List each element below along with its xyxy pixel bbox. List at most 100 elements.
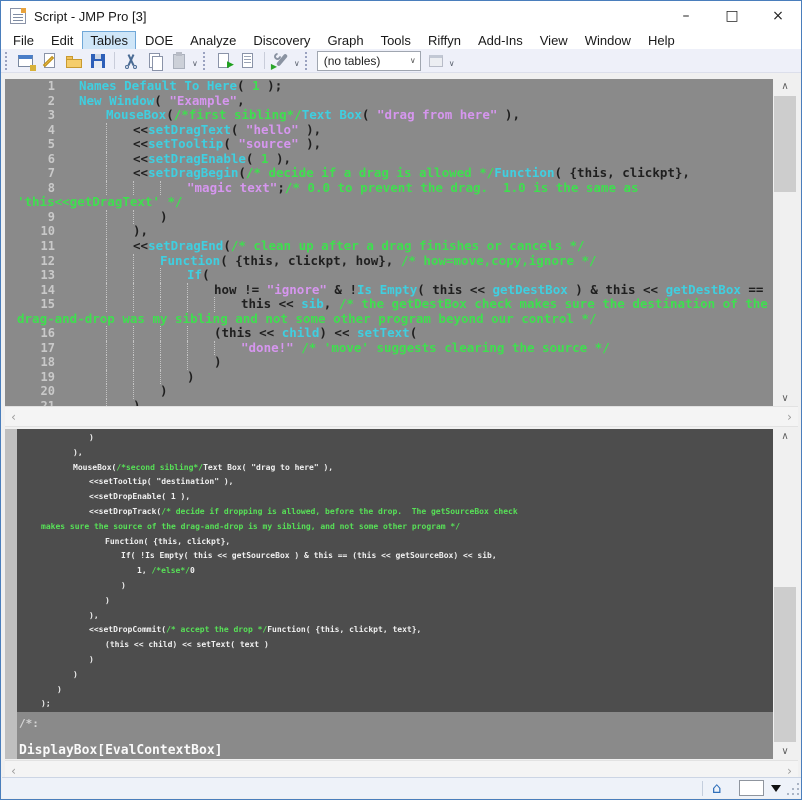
menu-item-help[interactable]: Help — [640, 31, 683, 50]
script-editor-pane[interactable]: 1Names Default To Here( 1 );2New Window(… — [5, 79, 773, 406]
indent-guide — [133, 370, 134, 385]
indent-guide — [106, 123, 107, 138]
editor-vertical-scrollbar[interactable]: ∧ ∨ — [773, 79, 797, 406]
menu-item-window[interactable]: Window — [577, 31, 639, 50]
menu-item-add-ins[interactable]: Add-Ins — [470, 31, 531, 50]
paste-icon[interactable] — [169, 51, 189, 71]
toolbar-separator — [264, 52, 265, 69]
indent-guide — [133, 181, 134, 196]
menu-item-discovery[interactable]: Discovery — [245, 31, 318, 50]
toolbar-overflow-chevron[interactable]: ∨ — [294, 59, 300, 68]
new-window-icon[interactable] — [40, 51, 60, 71]
chevron-down-icon: ∨ — [410, 56, 416, 65]
menu-item-edit[interactable]: Edit — [43, 31, 81, 50]
indent-guide — [160, 297, 161, 312]
indent-guide — [160, 341, 161, 356]
log-line: If( !Is Empty( this << getSourceBox ) & … — [17, 549, 773, 564]
menu-item-tools[interactable]: Tools — [373, 31, 419, 50]
menu-item-file[interactable]: File — [5, 31, 42, 50]
save-icon[interactable] — [88, 51, 108, 71]
indent-guide — [133, 297, 134, 312]
window-list-box[interactable] — [739, 780, 764, 796]
run-script-icon[interactable]: ▶ — [214, 51, 234, 71]
window-list-dropdown-icon[interactable] — [771, 785, 781, 792]
indent-guide — [106, 254, 107, 269]
code-line: 1Names Default To Here( 1 ); — [5, 79, 773, 94]
line-number: 7 — [5, 166, 55, 181]
code-line: 9) — [5, 210, 773, 225]
code-line: drag-and-drop was my sibling and not som… — [5, 312, 773, 327]
menu-item-view[interactable]: View — [532, 31, 576, 50]
toolbar-grip[interactable] — [5, 52, 10, 70]
content-area: 1Names Default To Here( 1 );2New Window(… — [2, 73, 802, 779]
indent-guide — [133, 326, 134, 341]
menu-item-analyze[interactable]: Analyze — [182, 31, 244, 50]
log-line: ) — [17, 668, 773, 683]
indent-guide — [106, 152, 107, 167]
indent-guide — [133, 254, 134, 269]
menu-item-tables[interactable]: Tables — [82, 31, 136, 50]
window-title: Script - JMP Pro [3] — [34, 9, 146, 24]
scroll-up-icon[interactable]: ∧ — [773, 429, 797, 444]
editor-horizontal-scrollbar[interactable]: ‹ › — [5, 406, 798, 427]
scroll-down-icon[interactable]: ∨ — [773, 744, 797, 759]
log-line: ) — [17, 594, 773, 609]
log-line: <<setDropCommit(/* accept the drop */Fun… — [17, 623, 773, 638]
indent-guide — [133, 341, 134, 356]
code-line: 14how != "ignore" & !Is Empty( this << g… — [5, 283, 773, 298]
log-line: 1, /*else*/0 — [17, 564, 773, 579]
log-icon[interactable] — [238, 51, 258, 71]
log-line: ) — [17, 579, 773, 594]
code-line: 21), — [5, 399, 773, 406]
cut-icon[interactable] — [121, 51, 141, 71]
line-number: 9 — [5, 210, 55, 225]
line-number: 20 — [5, 384, 55, 399]
indent-guide — [187, 355, 188, 370]
toolbar-overflow-chevron[interactable]: ∨ — [449, 59, 455, 68]
resize-grip[interactable] — [797, 793, 799, 795]
log-pane[interactable]: )),MouseBox(/*second sibling*/Text Box( … — [5, 429, 773, 759]
titlebar[interactable]: Script - JMP Pro [3] – □ × — [1, 1, 801, 31]
indent-guide — [106, 224, 107, 239]
copy-icon[interactable] — [145, 51, 165, 71]
open-icon[interactable] — [64, 51, 84, 71]
toolbar: ∨ ▶ ▶ ∨ (no tables) ∨ ∨ — [1, 49, 801, 73]
log-scrollbar-thumb[interactable] — [774, 587, 796, 742]
indent-guide — [106, 355, 107, 370]
code-line: 13If( — [5, 268, 773, 283]
code-line: 18) — [5, 355, 773, 370]
home-icon[interactable]: ⌂ — [712, 778, 722, 798]
scroll-down-icon[interactable]: ∨ — [773, 391, 797, 406]
maximize-button[interactable]: □ — [709, 1, 755, 31]
new-table-icon[interactable] — [16, 51, 36, 71]
minimize-button[interactable]: – — [663, 1, 709, 31]
tools-icon[interactable]: ▶ — [271, 51, 291, 71]
log-line: ) — [17, 683, 773, 698]
toolbar-overflow-chevron[interactable]: ∨ — [192, 59, 198, 68]
editor-scrollbar-thumb[interactable] — [774, 96, 796, 192]
scroll-up-icon[interactable]: ∧ — [773, 79, 797, 94]
log-line: ), — [17, 609, 773, 624]
scroll-left-icon[interactable]: ‹ — [5, 407, 22, 428]
menu-item-graph[interactable]: Graph — [319, 31, 371, 50]
code-line: 3MouseBox(/*first sibling*/Text Box( "dr… — [5, 108, 773, 123]
line-number: 4 — [5, 123, 55, 138]
tables-dropdown[interactable]: (no tables) ∨ — [317, 51, 421, 71]
line-number: 8 — [5, 181, 55, 196]
menu-item-doe[interactable]: DOE — [137, 31, 181, 50]
log-vertical-scrollbar[interactable]: ∧ ∨ — [773, 429, 797, 759]
code-line: 12Function( {this, clickpt, how}, /* how… — [5, 254, 773, 269]
status-bar: ⌂ — [2, 777, 802, 798]
menu-bar: FileEditTablesDOEAnalyzeDiscoveryGraphTo… — [1, 31, 801, 49]
close-button[interactable]: × — [755, 1, 801, 31]
code-line: 4<<setDragText( "hello" ), — [5, 123, 773, 138]
menu-item-riffyn[interactable]: Riffyn — [420, 31, 469, 50]
code-line: 7<<setDragBegin(/* decide if a drag is a… — [5, 166, 773, 181]
indent-guide — [133, 355, 134, 370]
indent-guide — [106, 341, 107, 356]
toolbar-grip[interactable] — [305, 52, 310, 70]
log-result-text: DisplayBox[EvalContextBox] — [17, 729, 773, 758]
log-selected-text[interactable]: )),MouseBox(/*second sibling*/Text Box( … — [17, 429, 773, 712]
toolbar-grip[interactable] — [203, 52, 208, 70]
scroll-right-icon[interactable]: › — [781, 407, 798, 428]
